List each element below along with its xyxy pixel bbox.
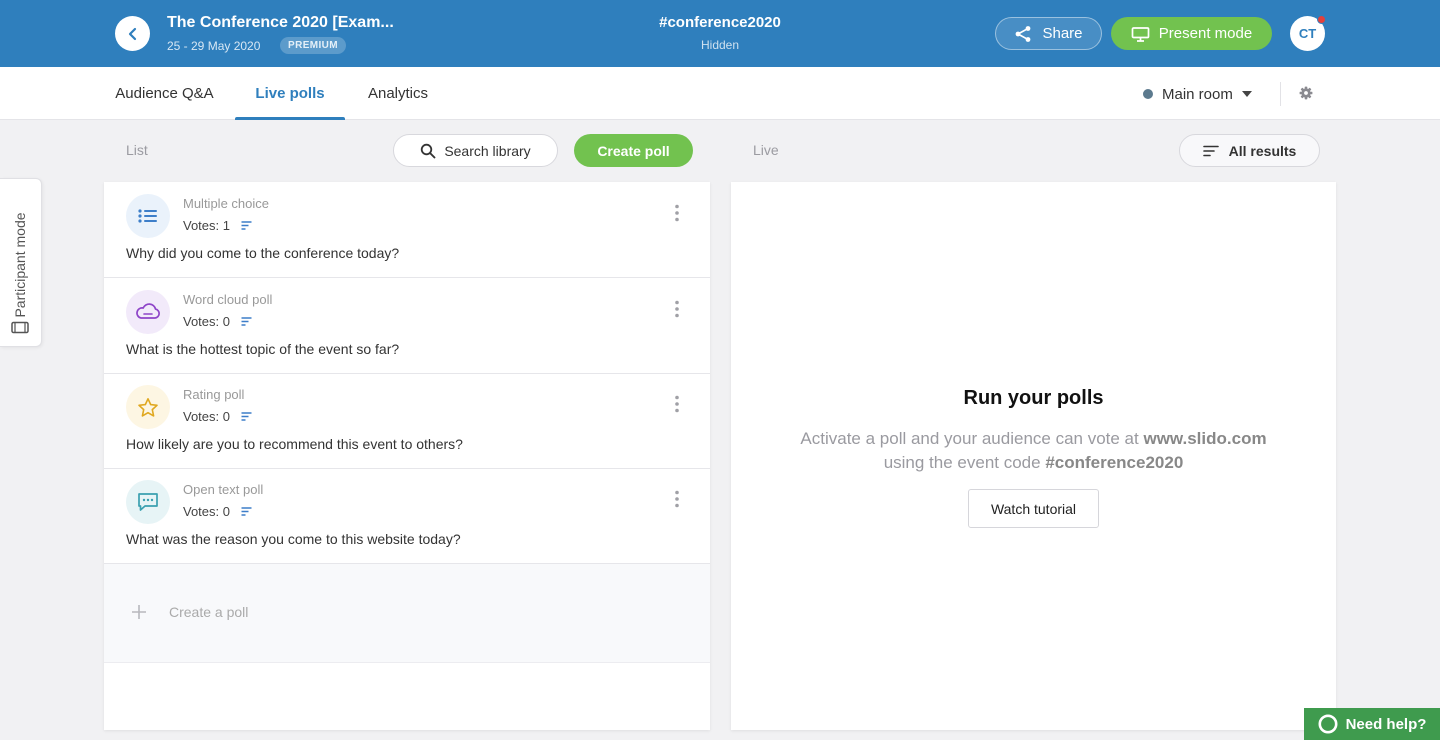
poll-list: Multiple choice Votes: 1 Why did you com… [104,182,710,730]
event-dates: 25 - 29 May 2020 [167,39,261,53]
presentation-icon [1131,26,1150,42]
poll-votes-count: Votes: 0 [183,314,230,329]
poll-type: Multiple choice [183,196,269,211]
poll-type-badge [126,194,170,238]
room-selector[interactable]: Main room [1143,83,1252,105]
search-icon [421,143,436,158]
plus-icon [132,605,146,619]
poll-item[interactable]: Multiple choice Votes: 1 Why did you com… [104,182,710,278]
poll-question: How likely are you to recommend this eve… [126,436,463,452]
present-label: Present mode [1158,25,1253,42]
poll-votes-count: Votes: 1 [183,218,230,233]
desc-code: #conference2020 [1045,453,1184,472]
event-visibility: Hidden [700,38,740,52]
watch-tutorial-button[interactable]: Watch tutorial [968,489,1099,528]
poll-votes: Votes: 0 [183,504,252,519]
poll-type: Open text poll [183,482,264,497]
tab-analytics[interactable]: Analytics [366,67,430,120]
poll-item[interactable]: Word cloud poll Votes: 0 What is the hot… [104,278,710,374]
poll-item[interactable]: Open text poll Votes: 0 What was the rea… [104,468,710,564]
search-library-label: Search library [444,142,531,159]
results-icon[interactable] [241,221,252,230]
results-icon[interactable] [241,317,252,326]
tab-audience-qa[interactable]: Audience Q&A [115,67,214,120]
device-icon [11,321,29,334]
back-button[interactable] [115,16,150,51]
event-title[interactable]: The Conference 2020 [Exam... [167,14,394,32]
more-vertical-icon[interactable] [672,204,682,222]
empty-state-title: Run your polls [963,387,1104,409]
need-help-label: Need help? [1345,715,1427,733]
all-results-button[interactable]: All results [1179,134,1320,167]
poll-votes: Votes: 1 [183,218,252,233]
poll-votes-count: Votes: 0 [183,409,230,424]
share-label: Share [1042,25,1083,42]
help-chat-icon [1318,714,1338,734]
more-vertical-icon[interactable] [672,490,682,508]
poll-question: Why did you come to the conference today… [126,245,400,261]
cloud-icon [136,303,160,319]
poll-item[interactable]: Rating poll Votes: 0 How likely are you … [104,373,710,469]
filter-lines-icon [1202,145,1219,156]
all-results-label: All results [1228,142,1297,159]
more-vertical-icon[interactable] [672,395,682,413]
search-library-button[interactable]: Search library [393,134,558,167]
poll-type-badge [126,480,170,524]
results-icon[interactable] [241,507,252,516]
poll-type: Word cloud poll [183,292,273,307]
top-bar: The Conference 2020 [Exam... 25 - 29 May… [0,0,1440,67]
live-panel: Run your polls Activate a poll and your … [731,182,1336,730]
tab-bar: Audience Q&A Live polls Analytics Main r… [0,67,1440,120]
chat-icon [138,493,158,511]
list-column-label: List [126,142,148,158]
poll-votes: Votes: 0 [183,314,252,329]
desc-prefix: Activate a poll and your audience can vo… [800,429,1144,448]
share-button[interactable]: Share [995,17,1102,50]
more-vertical-icon[interactable] [672,300,682,318]
poll-type-badge [126,290,170,334]
gear-icon [1299,86,1313,100]
poll-votes: Votes: 0 [183,409,252,424]
settings-button[interactable] [1297,84,1315,102]
caret-down-icon [1241,91,1252,97]
participant-mode-tab[interactable]: Participant mode [0,178,42,347]
live-column-label: Live [753,142,779,158]
list-icon [138,209,157,223]
plan-badge: PREMIUM [280,37,347,54]
desc-middle: using the event code [883,453,1046,472]
create-poll-label: Create a poll [169,604,249,620]
notification-dot [1317,15,1326,24]
results-icon[interactable] [241,412,252,421]
create-poll-button[interactable]: Create poll [574,134,693,167]
empty-state-description: Activate a poll and your audience can vo… [731,427,1336,475]
tab-live-polls[interactable]: Live polls [235,67,345,120]
event-code: #conference2020 [659,14,781,31]
poll-votes-count: Votes: 0 [183,504,230,519]
poll-type: Rating poll [183,387,245,402]
need-help-button[interactable]: Need help? [1304,708,1440,740]
poll-question: What is the hottest topic of the event s… [126,341,400,357]
participant-mode-label: Participant mode [12,212,28,318]
poll-question: What was the reason you come to this web… [126,531,461,547]
desc-site[interactable]: www.slido.com [1143,429,1266,448]
room-label: Main room [1162,85,1233,103]
poll-type-badge [126,385,170,429]
room-status-dot [1143,89,1153,99]
present-mode-button[interactable]: Present mode [1111,17,1272,50]
star-icon [138,397,158,417]
share-icon [1016,25,1031,42]
divider [1280,82,1281,106]
create-poll-row[interactable]: Create a poll [104,564,710,663]
chevron-left-icon [128,27,136,40]
